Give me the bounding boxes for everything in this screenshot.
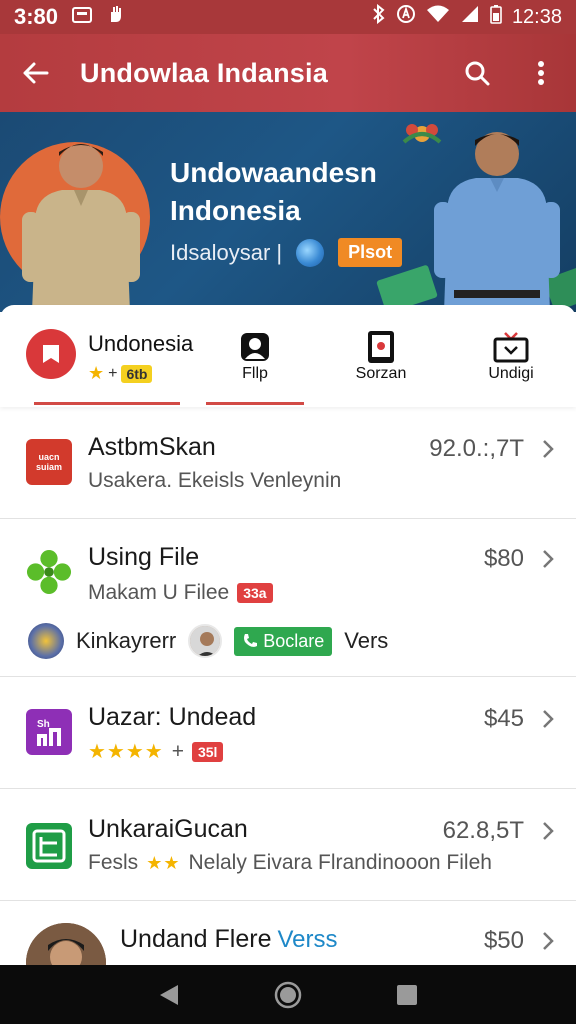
item-subtitle-row: Makam U Filee 33a [88, 581, 273, 605]
system-nav-bar [0, 965, 576, 1024]
app-icon: uacn suiam [26, 439, 72, 485]
chevron-right-icon [543, 932, 554, 950]
item-title: UnkaraiGucan [88, 815, 248, 843]
list-item[interactable]: Using File $80 Makam U Filee 33a Kinkayr… [0, 519, 576, 677]
status-clock: 12:38 [511, 5, 562, 28]
chevron-right-icon [543, 710, 554, 728]
tab-label: Undonesia [88, 331, 194, 356]
svg-text:Sh: Sh [37, 719, 50, 730]
list-item[interactable]: Sh Uazar: Undead $45 ★★★★ + 35l [0, 677, 576, 789]
flag-icon [26, 329, 76, 379]
tab-undigi[interactable]: Undigi [470, 305, 552, 407]
tab-label: Undigi [488, 365, 534, 382]
app-icon [26, 823, 72, 869]
app-bar: Undowlaa Indansia [0, 34, 576, 112]
item-title-accent: Verss [277, 926, 338, 953]
tab-undonesia[interactable]: Undonesia ★ + 6tb [22, 305, 194, 407]
chevron-right-icon [543, 440, 554, 458]
globe-icon [296, 238, 325, 267]
chevron-right-icon [543, 550, 554, 568]
status-bar: 3:80 12:38 [0, 0, 576, 34]
list-item[interactable]: UnkaraiGucan 62.8,5T Fesls ★★ Nelaly Eiv… [0, 789, 576, 901]
star-icon: ★★ [146, 852, 181, 873]
item-price: $50 [483, 927, 524, 954]
back-arrow-icon[interactable] [20, 58, 50, 88]
hero-subtitle: Idsaloysar | [170, 239, 283, 265]
avatar [188, 624, 223, 658]
search-icon[interactable] [462, 58, 492, 88]
nav-back-icon[interactable] [153, 979, 185, 1011]
alarm-icon [396, 4, 416, 30]
status-time: 3:80 [14, 4, 59, 29]
item-rating-row: ★★★★ + 35l [88, 739, 224, 764]
wifi-icon [426, 5, 450, 29]
tab-label: Sorzan [355, 365, 407, 382]
item-price: 62.8,5T [442, 817, 524, 844]
item-title-row: Undand Flere Verss [120, 925, 338, 954]
item-title: Uazar: Undead [88, 703, 257, 731]
tab-indicator [206, 402, 304, 405]
pill-label: Boclare [263, 630, 325, 651]
tv-icon [493, 329, 529, 365]
tab-meta: ★ + 6tb [88, 363, 153, 384]
item-title: Undand Flere [120, 925, 272, 953]
item-subtitle-pre: Fesls [88, 851, 139, 874]
phone-icon [244, 634, 258, 647]
app-icon: Sh [26, 709, 72, 755]
category-tabs: Undonesia ★ + 6tb Fllp Sorzan Undigi [0, 305, 576, 407]
item-price: 92.0.:,7T [429, 435, 524, 462]
hero-subline: Idsaloysar | Plsot [170, 238, 403, 267]
star-icon: ★ [88, 363, 105, 383]
item-badge: 35l [191, 741, 224, 762]
battery-icon [490, 4, 502, 30]
chevron-right-icon [543, 822, 554, 840]
person-icon [237, 329, 273, 365]
signal-icon [460, 5, 480, 29]
item-subtitle: Usakera. Ekeisls Venleynin [88, 469, 342, 492]
cast-icon [72, 4, 93, 30]
page-title: Undowlaa Indansia [80, 57, 328, 88]
tab-indicator [34, 402, 180, 405]
item-subtitle-row: Fesls ★★ Nelaly Eivara Flrandinooon File… [88, 851, 492, 875]
clover-icon [26, 549, 72, 595]
hero-person-left [22, 144, 140, 312]
item-action-pill[interactable]: Boclare [234, 626, 333, 656]
item-title: AstbmSkan [88, 433, 216, 461]
item-title: Using File [88, 543, 200, 571]
tab-fllp[interactable]: Fllp [206, 305, 304, 407]
tab-sorzan[interactable]: Sorzan [340, 305, 422, 407]
more-vert-icon[interactable] [526, 58, 556, 88]
plus-text: + [108, 364, 118, 382]
item-subtitle: Nelaly Eivara Flrandinooon Fileh [188, 851, 492, 874]
tab-label: Fllp [242, 365, 268, 382]
rating-stars: ★★★★ [88, 741, 164, 763]
item-secondary-row: Kinkayrerr Boclare Vers [28, 623, 388, 659]
hero-pill-button[interactable]: Plsot [338, 238, 403, 267]
bluetooth-icon [372, 3, 386, 30]
plus-text: + [171, 739, 184, 763]
app-list: uacn suiam AstbmSkan 92.0.:,7T Usakera. … [0, 407, 576, 1003]
hero-person-right [434, 132, 560, 312]
hand-icon [106, 4, 126, 30]
tab-badge: 6tb [121, 364, 153, 383]
app-icon-text: uacn suiam [35, 452, 62, 472]
item-secondary-label: Kinkayrerr [76, 628, 177, 653]
item-price: $80 [483, 545, 524, 572]
hero-banner[interactable]: Undowaandesn Indonesia Idsaloysar | Plso… [0, 112, 576, 312]
item-badge: 33a [237, 583, 273, 603]
list-item[interactable]: uacn suiam AstbmSkan 92.0.:,7T Usakera. … [0, 407, 576, 519]
item-subtitle: Makam U Filee [88, 581, 230, 604]
item-price: $45 [483, 705, 524, 732]
hero-headline: Undowaandesn Indonesia [170, 157, 377, 226]
tablet-icon [363, 329, 399, 365]
nav-recents-icon[interactable] [391, 979, 423, 1011]
item-trailing-text: Vers [344, 628, 389, 653]
nav-home-icon[interactable] [272, 979, 304, 1011]
seal-icon [28, 623, 64, 659]
